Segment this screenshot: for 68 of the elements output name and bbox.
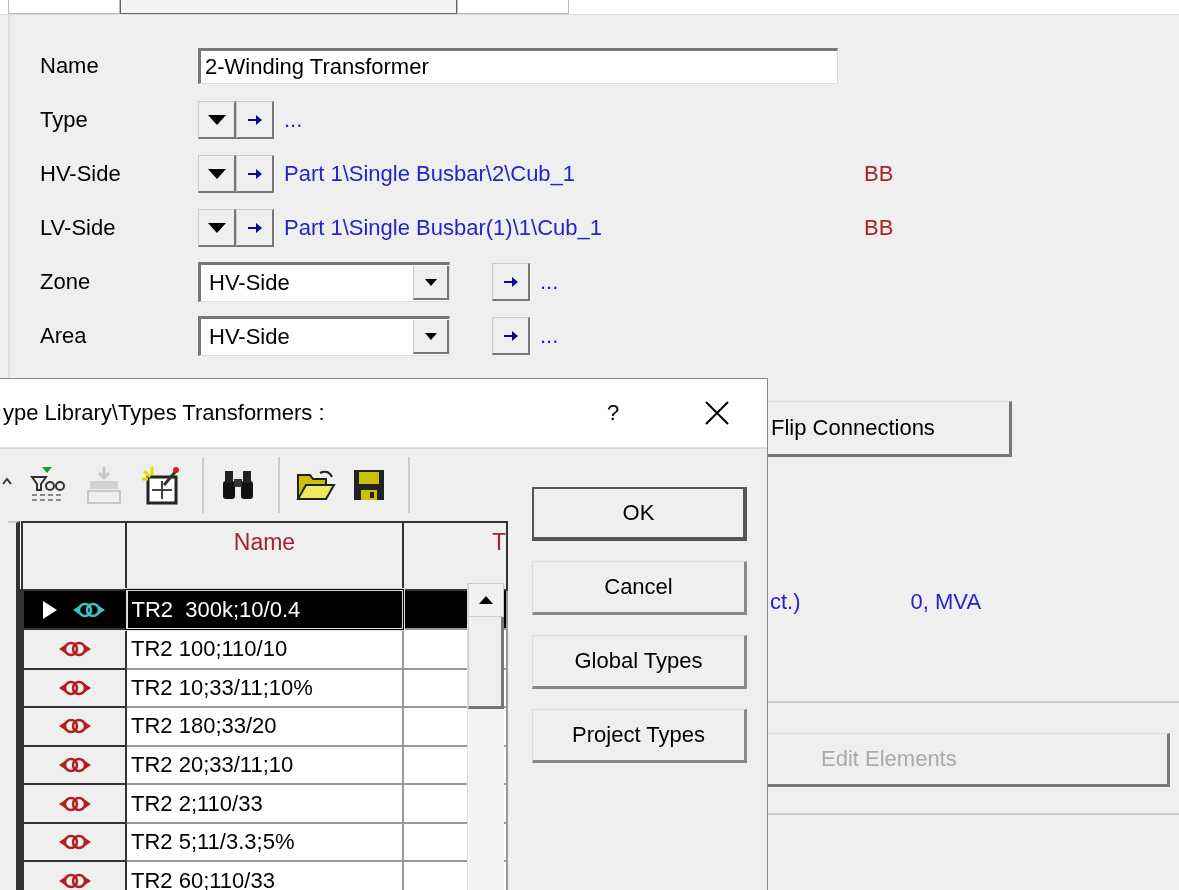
row-header[interactable] — [22, 629, 126, 669]
dialog-button[interactable]: OK — [532, 487, 747, 541]
dialog-button[interactable]: Cancel — [532, 561, 747, 615]
dropdown-button[interactable] — [198, 209, 236, 247]
dialog-button[interactable]: Project Types — [532, 709, 747, 763]
row-header[interactable] — [22, 745, 126, 785]
field-label: Type — [40, 107, 89, 133]
dropdown-button[interactable] — [198, 155, 236, 193]
jump-button[interactable] — [492, 263, 530, 301]
field-label: Name — [40, 53, 100, 79]
select-field[interactable]: HV-Side — [198, 316, 450, 356]
save-icon[interactable] — [352, 468, 386, 502]
transformer-icon — [57, 640, 92, 658]
column-header[interactable]: T — [403, 522, 507, 590]
rating-label: ct.) — [770, 589, 801, 615]
jump-button[interactable] — [236, 155, 274, 193]
table-cell: TR2 100;110/10 — [126, 629, 403, 669]
close-icon[interactable] — [704, 400, 730, 426]
scroll-up-icon[interactable] — [478, 595, 494, 605]
transformer-icon — [57, 794, 92, 813]
jump-button[interactable] — [236, 101, 274, 139]
table-cell: TR2 5;11/3.3;5% — [126, 822, 403, 862]
table-cell: TR2 300k;10/0.4 — [126, 589, 403, 630]
help-button[interactable]: ? — [598, 400, 628, 426]
transformer-icon — [57, 871, 92, 890]
transformer-icon — [57, 678, 92, 697]
select-field[interactable]: HV-Side — [198, 262, 450, 302]
table-cell: TR2 10;33/11;10% — [126, 668, 403, 708]
link-text[interactable]: ... — [540, 323, 559, 349]
scrollbar[interactable] — [467, 583, 504, 890]
select-value: HV-Side — [209, 324, 290, 350]
link-text[interactable]: Part 1\Single Busbar(1)\1\Cub_1 — [284, 215, 864, 241]
rating-value: 0, MVA — [910, 589, 982, 615]
field-label: Area — [40, 323, 88, 349]
row-header[interactable] — [22, 707, 126, 746]
row-header[interactable] — [22, 784, 126, 823]
select-value: HV-Side — [209, 270, 290, 296]
name-field[interactable]: 2-Winding Transformer — [198, 48, 838, 84]
tag-text: BB — [864, 161, 894, 187]
jump-button[interactable] — [236, 209, 274, 247]
column-header[interactable]: Name — [126, 522, 403, 590]
row-header[interactable] — [22, 861, 126, 890]
row-header[interactable] — [22, 589, 126, 630]
transformer-icon — [57, 833, 92, 852]
dialog-button[interactable]: Global Types — [532, 635, 747, 689]
link-text[interactable]: ... — [540, 269, 559, 295]
table-cell: TR2 180;33/20 — [126, 707, 403, 746]
transformer-icon — [72, 600, 107, 619]
jump-button[interactable] — [492, 317, 530, 355]
field-label: Zone — [40, 269, 92, 295]
link-text[interactable]: Part 1\Single Busbar\2\Cub_1 — [284, 161, 864, 187]
caret-icon — [423, 277, 438, 287]
tag-text: BB — [864, 215, 894, 241]
table-cell: TR2 2;110/33 — [126, 784, 403, 823]
caret-icon — [423, 331, 438, 341]
transformer-icon — [57, 755, 92, 774]
tab[interactable] — [120, 0, 457, 14]
dropdown-button[interactable] — [198, 101, 236, 139]
pointer-icon — [42, 599, 59, 620]
dialog-title: ype Library\Types Transformers : — [2, 400, 326, 426]
row-header[interactable] — [22, 822, 126, 862]
transformer-icon — [57, 717, 92, 736]
new-item-icon[interactable] — [140, 465, 180, 505]
field-label: HV-Side — [40, 161, 122, 187]
field-label: LV-Side — [40, 215, 117, 241]
table-cell: TR2 20;33/11;10 — [126, 745, 403, 785]
row-header[interactable] — [22, 668, 126, 708]
link-text[interactable]: ... — [284, 107, 303, 133]
